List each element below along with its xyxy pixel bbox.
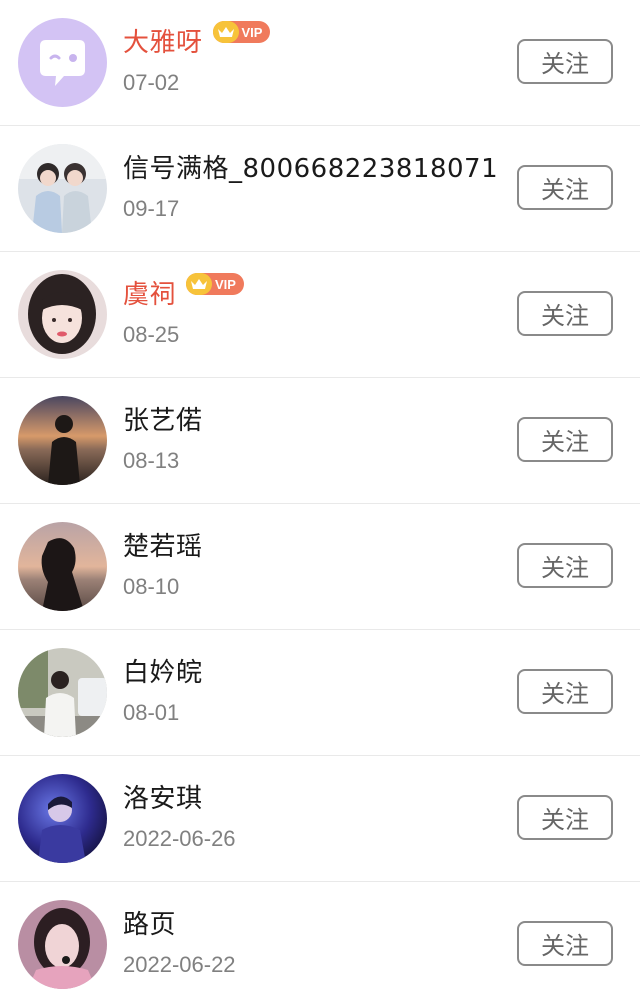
singer-pink-photo	[18, 900, 107, 989]
avatar[interactable]	[18, 396, 107, 485]
chat-bubble-face-icon	[18, 18, 107, 107]
vip-label: VIP	[215, 276, 236, 292]
vip-label: VIP	[241, 24, 263, 40]
follow-date: 08-25	[123, 322, 180, 347]
follow-date: 08-13	[123, 448, 180, 473]
user-row[interactable]: 白妗皖 08-01 关注	[0, 630, 640, 756]
follow-date: 08-10	[123, 574, 180, 599]
follow-date: 07-02	[123, 70, 180, 95]
stage-blue-photo	[18, 774, 107, 863]
follow-button[interactable]: 关注	[517, 921, 613, 966]
follow-button[interactable]: 关注	[517, 165, 613, 210]
follow-date: 2022-06-26	[123, 826, 236, 851]
follow-button[interactable]: 关注	[517, 417, 613, 462]
avatar[interactable]	[18, 774, 107, 863]
user-row[interactable]: 虞祠 VIP 08-25 关注	[0, 252, 640, 378]
user-row[interactable]: 大雅呀 VIP 07-02 关注	[0, 0, 640, 126]
user-row[interactable]: 洛安琪 2022-06-26 关注	[0, 756, 640, 882]
crown-icon	[186, 273, 213, 295]
follow-date: 08-01	[123, 700, 180, 725]
avatar[interactable]	[18, 18, 107, 107]
follow-date: 2022-06-22	[123, 952, 236, 977]
follow-button[interactable]: 关注	[517, 795, 613, 840]
avatar[interactable]	[18, 522, 107, 611]
user-name[interactable]: 大雅呀	[123, 22, 203, 59]
follow-button[interactable]: 关注	[517, 669, 613, 714]
follow-button[interactable]: 关注	[517, 543, 613, 588]
user-name[interactable]: 洛安琪	[123, 778, 203, 815]
girl-portrait-photo	[18, 270, 107, 359]
avatar[interactable]	[18, 144, 107, 233]
follow-button[interactable]: 关注	[517, 291, 613, 336]
follow-date: 09-17	[123, 196, 180, 221]
vip-badge: VIP	[186, 273, 244, 295]
user-row[interactable]: 楚若瑶 08-10 关注	[0, 504, 640, 630]
user-row[interactable]: 张艺偌 08-13 关注	[0, 378, 640, 504]
user-name[interactable]: 信号满格_800668223818071	[123, 148, 498, 185]
user-name[interactable]: 楚若瑶	[123, 526, 203, 563]
avatar[interactable]	[18, 900, 107, 989]
crown-icon	[212, 21, 239, 43]
avatar[interactable]	[18, 648, 107, 737]
user-name[interactable]: 路页	[123, 904, 176, 941]
street-boy-photo	[18, 648, 107, 737]
user-list: 大雅呀 VIP 07-02 关注 信号满格_800668223818071 09…	[0, 0, 640, 993]
follow-button[interactable]: 关注	[517, 39, 613, 84]
user-name[interactable]: 虞祠	[123, 274, 176, 311]
sunset-silhouette-photo	[18, 396, 107, 485]
user-name[interactable]: 白妗皖	[123, 652, 203, 689]
user-row[interactable]: 信号满格_800668223818071 09-17 关注	[0, 126, 640, 252]
avatar[interactable]	[18, 270, 107, 359]
user-name[interactable]: 张艺偌	[123, 400, 203, 437]
beach-silhouette-photo	[18, 522, 107, 611]
user-row[interactable]: 路页 2022-06-22 关注	[0, 882, 640, 993]
couple-photo	[18, 144, 107, 233]
vip-badge: VIP	[212, 21, 271, 43]
